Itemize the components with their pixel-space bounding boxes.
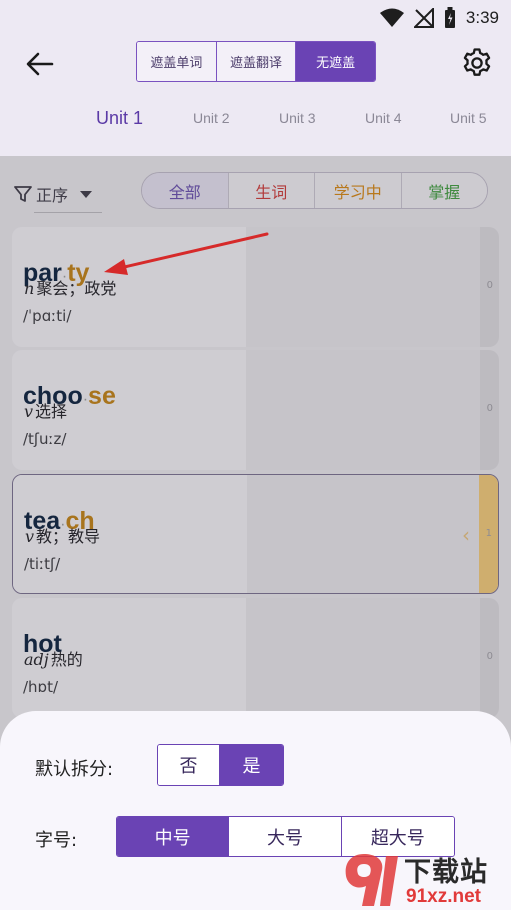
- sort-label: 正序: [36, 186, 69, 205]
- tab-unit-4[interactable]: Unit 4: [365, 110, 402, 126]
- phonetic: /ˈpɑːti/: [23, 307, 72, 325]
- meaning: n 聚会；政党: [24, 275, 116, 299]
- watermark-url: 91xz.net: [406, 886, 481, 907]
- meaning-pane: [246, 227, 480, 347]
- settings-button[interactable]: [458, 44, 496, 82]
- status-filter-option[interactable]: 全部: [142, 173, 229, 208]
- no-signal-icon: [413, 8, 434, 28]
- meaning-pane: [246, 598, 480, 718]
- meaning-text: 选择: [35, 402, 68, 421]
- split-label: 默认拆分:: [35, 759, 114, 780]
- word-card[interactable]: par·ty /ˈpɑːti/ n 聚会；政党 0: [12, 227, 499, 347]
- meaning-text: 教；教导: [36, 527, 101, 546]
- mask-mode-option[interactable]: 无遮盖: [296, 42, 375, 81]
- caret-down-icon: [80, 191, 93, 198]
- tab-unit-1[interactable]: Unit 1: [96, 108, 143, 129]
- split-toggle: 否 是: [157, 744, 284, 786]
- phonetic: /tiːtʃ/: [24, 555, 61, 573]
- review-count: 0: [486, 651, 493, 662]
- app-screen: 3:39 遮盖单词 遮盖翻译 无遮盖 Unit 1 Unit 2 Unit 3 …: [0, 0, 511, 910]
- review-count: 0: [486, 403, 493, 414]
- meaning: v 教；教导: [25, 523, 100, 547]
- word-syllable: se: [88, 382, 116, 410]
- font-size-large[interactable]: 大号: [229, 817, 342, 856]
- status-filter-option[interactable]: 掌握: [401, 173, 487, 208]
- mask-mode-selector: 遮盖单词 遮盖翻译 无遮盖: [136, 41, 376, 82]
- word-card[interactable]: hot /hɒt/ adj 热的 0: [12, 598, 499, 718]
- word-status-filter: 全部 生词 学习中 掌握: [141, 172, 488, 209]
- review-count: 0: [486, 280, 493, 291]
- back-button[interactable]: [22, 46, 58, 82]
- tab-unit-3[interactable]: Unit 3: [279, 110, 316, 126]
- arrow-left-icon: [26, 52, 54, 76]
- review-count: 1: [485, 528, 492, 539]
- wifi-icon: [379, 8, 404, 27]
- phonetic: /hɒt/: [23, 678, 59, 696]
- split-option-yes[interactable]: 是: [220, 745, 283, 785]
- status-filter-option[interactable]: 学习中: [315, 173, 402, 208]
- meaning: v 选择: [24, 398, 67, 422]
- part-of-speech: n: [24, 279, 35, 298]
- mask-mode-option[interactable]: 遮盖翻译: [216, 42, 297, 81]
- phonetic: /tʃuːz/: [23, 430, 67, 448]
- filter-underline: [34, 212, 102, 213]
- font-size-medium[interactable]: 中号: [117, 817, 230, 856]
- status-bar: 3:39: [0, 0, 511, 36]
- watermark-logo-icon: [345, 854, 398, 906]
- status-filter-option[interactable]: 生词: [228, 173, 315, 208]
- word-card[interactable]: ‹ tea·ch /tiːtʃ/ v 教；教导 1: [12, 474, 499, 594]
- meaning-text: 聚会；政党: [36, 279, 117, 298]
- tab-unit-5[interactable]: Unit 5: [450, 110, 487, 126]
- battery-icon: [444, 7, 455, 28]
- meaning-pane: [246, 350, 480, 470]
- filter-icon: [14, 186, 32, 202]
- meaning: adj 热的: [24, 646, 83, 670]
- watermark-text: 下载站: [404, 857, 488, 888]
- part-of-speech: v: [25, 527, 35, 546]
- chevron-left-icon[interactable]: ‹: [462, 523, 470, 547]
- part-of-speech: v: [24, 402, 34, 421]
- gear-icon: [463, 48, 491, 76]
- meaning-text: 热的: [50, 650, 83, 669]
- mask-mode-option[interactable]: 遮盖单词: [137, 42, 217, 81]
- word-card[interactable]: choo·se /tʃuːz/ v 选择 0: [12, 350, 499, 470]
- status-time: 3:39: [465, 8, 499, 27]
- unit-tabs: Unit 1 Unit 2 Unit 3 Unit 4 Unit 5: [0, 100, 511, 140]
- sort-filter-button[interactable]: 正序: [14, 176, 104, 212]
- font-size-label: 字号:: [35, 830, 78, 851]
- site-watermark: 下载站 91xz.net: [340, 848, 511, 910]
- part-of-speech: adj: [24, 650, 49, 669]
- tab-unit-2[interactable]: Unit 2: [193, 110, 230, 126]
- status-icons: 3:39: [379, 6, 499, 30]
- meaning-pane: [247, 475, 481, 593]
- split-option-no[interactable]: 否: [158, 745, 221, 785]
